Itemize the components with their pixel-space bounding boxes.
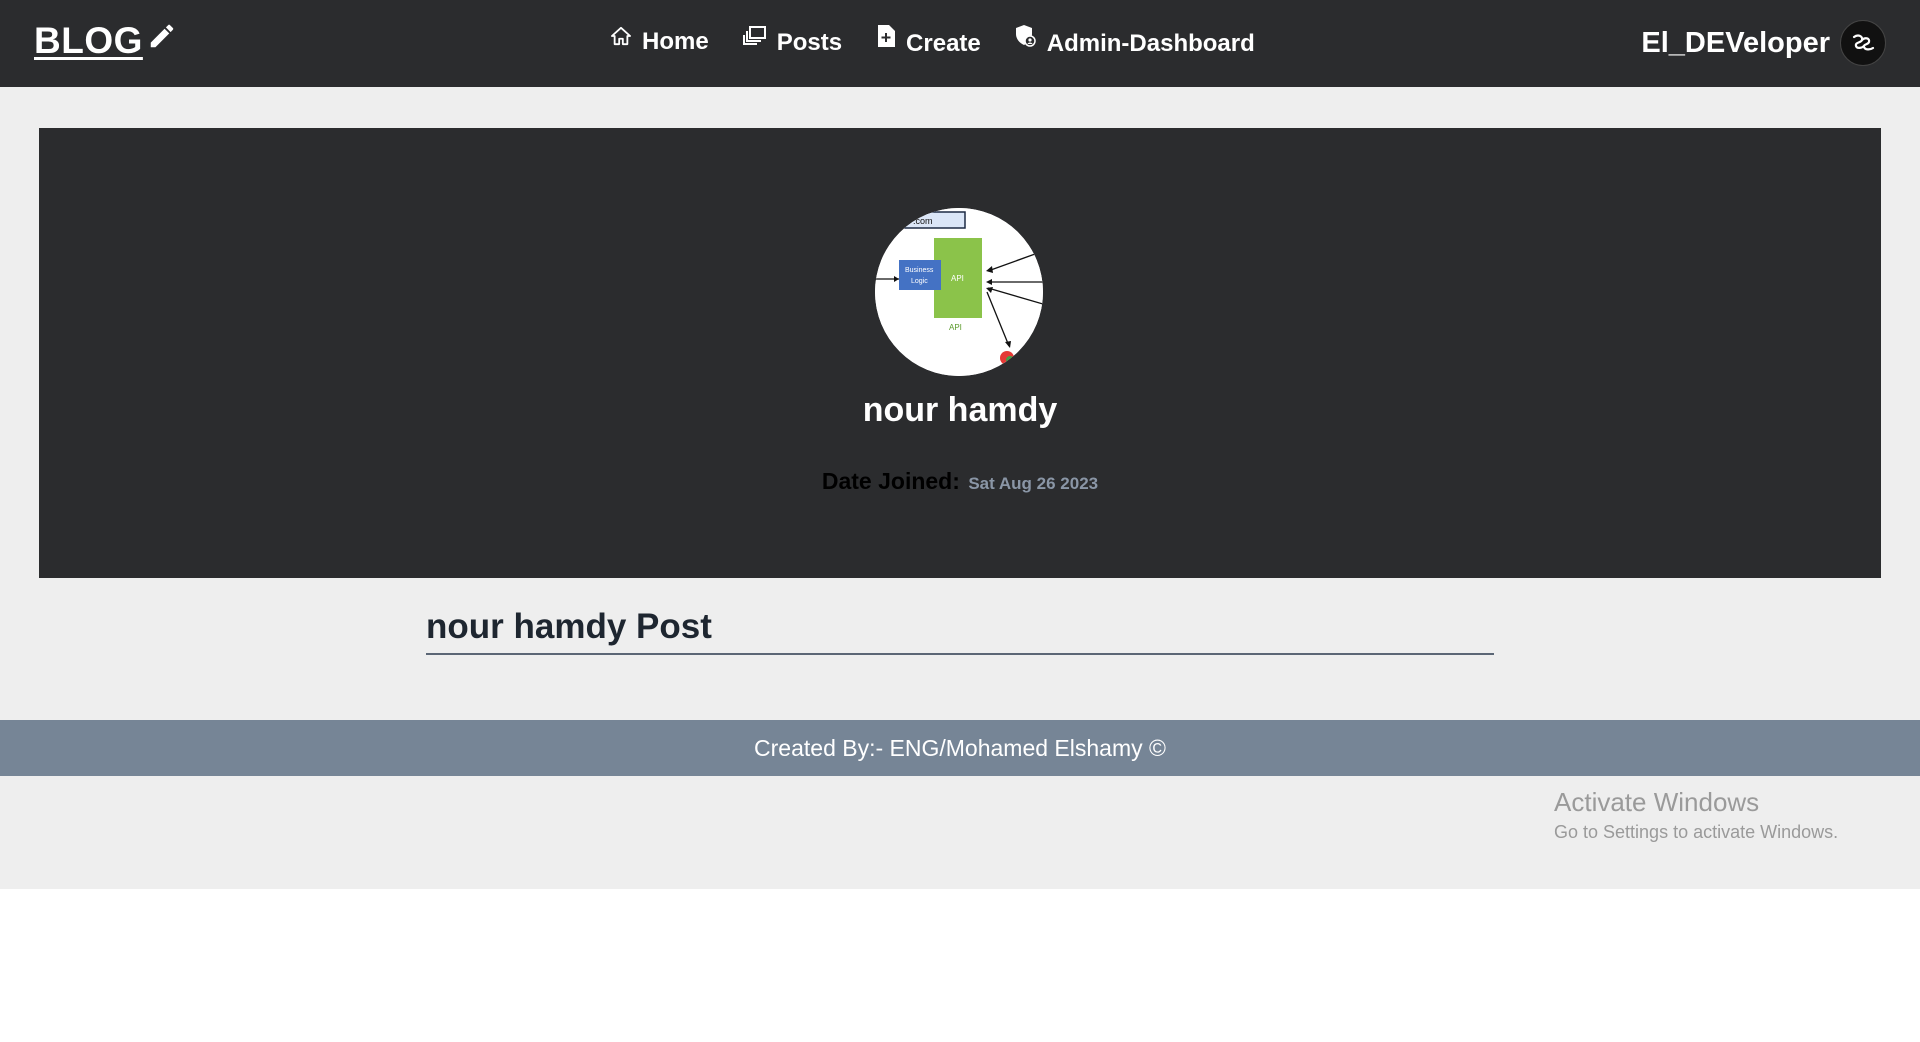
- admin-shield-icon: [1015, 25, 1036, 47]
- watermark-subtitle: Go to Settings to activate Windows.: [1554, 822, 1839, 842]
- navbar: BLOG Home Posts Create Admin-Dashboard E…: [0, 0, 1920, 87]
- windows-activation-watermark: Activate Windows Go to Settings to activ…: [1554, 787, 1838, 843]
- footer: Created By:- ENG/Mohamed Elshamy ©: [0, 720, 1920, 776]
- photo-domain-text: .com: [913, 216, 933, 226]
- user-avatar[interactable]: [1840, 20, 1886, 66]
- main-nav: Home Posts Create Admin-Dashboard: [610, 24, 1255, 56]
- photo-logic-text: Logic: [911, 278, 928, 285]
- logo-link[interactable]: BLOG: [34, 20, 177, 62]
- posts-section-title: nour hamdy Post: [426, 607, 1494, 655]
- photo-api-caption: API: [949, 323, 962, 332]
- watermark-title: Activate Windows: [1554, 787, 1760, 817]
- create-file-icon: [878, 25, 896, 47]
- user-menu[interactable]: El_DEVeloper: [1641, 20, 1886, 66]
- home-icon: [611, 26, 631, 46]
- photo-business-text: Business: [905, 267, 934, 274]
- nav-admin-dashboard[interactable]: Admin-Dashboard: [1015, 24, 1255, 56]
- footer-credit: Created By:- ENG/Mohamed Elshamy ©: [754, 734, 1166, 761]
- nav-posts[interactable]: Posts: [742, 25, 843, 56]
- date-joined-label: Date Joined:: [821, 468, 960, 494]
- avatar-logo-icon: [1852, 34, 1875, 51]
- nav-create[interactable]: Create: [876, 24, 981, 56]
- date-joined-value: Sat Aug 26 2023: [968, 474, 1099, 493]
- profile-photo[interactable]: .com API API Business Logic: [875, 208, 1043, 376]
- logo-text: BLOG: [34, 20, 143, 61]
- posts-icon: [742, 26, 766, 45]
- photo-api-text: API: [951, 274, 964, 283]
- pencil-icon: [150, 24, 174, 48]
- profile-header: .com API API Business Logic nour hamdy D…: [39, 128, 1881, 578]
- date-joined: Date Joined: Sat Aug 26 2023: [39, 468, 1881, 495]
- nav-home[interactable]: Home: [610, 26, 709, 54]
- nav-admin-dashboard-label: Admin-Dashboard: [1046, 30, 1255, 57]
- user-name: El_DEVeloper: [1641, 26, 1830, 59]
- nav-home-label: Home: [642, 28, 709, 55]
- nav-posts-label: Posts: [776, 29, 843, 56]
- profile-name: nour hamdy: [862, 391, 1058, 429]
- nav-create-label: Create: [906, 30, 981, 57]
- profile-photo-image: .com API API Business Logic: [875, 208, 1043, 376]
